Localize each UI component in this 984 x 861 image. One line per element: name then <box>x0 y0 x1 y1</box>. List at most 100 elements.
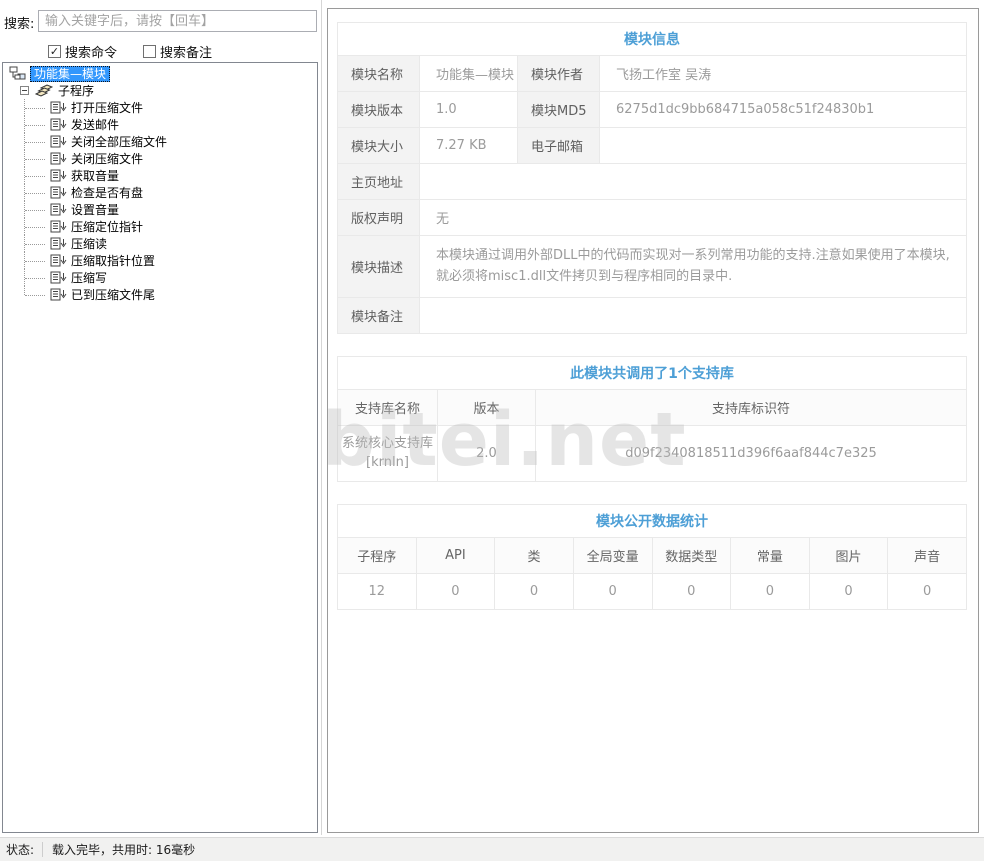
stats-header: 声音 <box>888 537 967 573</box>
stats-value-row: 12 0 0 0 0 0 0 0 <box>338 573 967 609</box>
module-info-table: 模块信息 模块名称 功能集—模块 模块作者 飞扬工作室 吴涛 模块版本 1.0 … <box>337 22 967 334</box>
status-divider <box>42 842 43 857</box>
module-email-label: 电子邮箱 <box>518 128 600 164</box>
module-version-label: 模块版本 <box>338 92 420 128</box>
search-remark-checkbox[interactable]: 搜索备注 <box>143 42 212 61</box>
tree-item[interactable]: 获取音量 <box>3 167 317 184</box>
tree-item[interactable]: 已到压缩文件尾 <box>3 286 317 303</box>
subroutine-icon <box>50 135 67 148</box>
lib-name-cell: 系统核心支持库 [krnln] <box>338 425 438 481</box>
lib-name-header: 支持库名称 <box>338 389 438 425</box>
subroutine-icon <box>50 118 67 131</box>
stats-value: 0 <box>809 573 888 609</box>
module-author-label: 模块作者 <box>518 56 600 92</box>
search-input[interactable] <box>38 10 317 32</box>
tree-item-label: 已到压缩文件尾 <box>71 286 155 303</box>
tree-item[interactable]: 关闭压缩文件 <box>3 150 317 167</box>
stats-header: 全局变量 <box>573 537 652 573</box>
stats-value: 12 <box>338 573 417 609</box>
subroutine-icon <box>50 152 67 165</box>
collapse-icon[interactable] <box>20 86 29 95</box>
module-version-value: 1.0 <box>420 92 518 128</box>
search-command-checkbox[interactable]: ✓ 搜索命令 <box>48 42 117 61</box>
module-detail-pane: bitei.net 模块信息 模块名称 功能集—模块 模块作者 飞扬工作室 吴涛… <box>327 8 979 833</box>
stats-header: 数据类型 <box>652 537 731 573</box>
module-remark-value <box>420 297 967 333</box>
module-desc-label: 模块描述 <box>338 236 420 298</box>
pane-splitter[interactable] <box>321 0 322 835</box>
tree-root-label: 功能集—模块 <box>30 66 110 82</box>
module-name-label: 模块名称 <box>338 56 420 92</box>
search-remark-label: 搜索备注 <box>160 42 212 61</box>
tree-item-label: 设置音量 <box>71 201 119 218</box>
tree-item-label: 打开压缩文件 <box>71 99 143 116</box>
tree-root-module[interactable]: 功能集—模块 <box>3 65 317 82</box>
lib-guid: d09f2340818511d396f6aaf844c7e325 <box>536 425 967 481</box>
status-label: 状态: <box>0 841 42 858</box>
module-tree: 功能集—模块 子程序 打开压缩文件 发送邮件 关闭全部压缩文件 <box>2 62 318 833</box>
tree-item[interactable]: 压缩取指针位置 <box>3 252 317 269</box>
search-row: 搜索: <box>4 10 316 32</box>
subroutine-icon <box>50 186 67 199</box>
stats-header: 常量 <box>731 537 810 573</box>
stats-value: 0 <box>731 573 810 609</box>
lib-guid-header: 支持库标识符 <box>536 389 967 425</box>
tree-item-label: 压缩写 <box>71 269 107 286</box>
tree-item[interactable]: 发送邮件 <box>3 116 317 133</box>
subroutine-icon <box>50 101 67 114</box>
tree-item-label: 检查是否有盘 <box>71 184 143 201</box>
stack-icon <box>35 84 53 98</box>
tree-item-label: 获取音量 <box>71 167 119 184</box>
subroutine-icon <box>50 271 67 284</box>
stats-value: 0 <box>888 573 967 609</box>
tree-group-label: 子程序 <box>58 82 94 99</box>
module-md5-value: 6275d1dc9bb684715a058c51f24830b1 <box>600 92 967 128</box>
left-pane: 搜索: ✓ 搜索命令 搜索备注 功能集—模块 <box>0 0 320 837</box>
subroutine-icon <box>50 254 67 267</box>
tree-item[interactable]: 压缩定位指针 <box>3 218 317 235</box>
tree-item-label: 关闭压缩文件 <box>71 150 143 167</box>
tree-item[interactable]: 打开压缩文件 <box>3 99 317 116</box>
module-remark-label: 模块备注 <box>338 297 420 333</box>
module-name-value: 功能集—模块 <box>420 56 518 92</box>
stats-header: 类 <box>495 537 574 573</box>
tree-item-label: 压缩读 <box>71 235 107 252</box>
stats-header: API <box>416 537 495 573</box>
subroutine-icon <box>50 169 67 182</box>
subroutine-icon <box>50 237 67 250</box>
tree-item[interactable]: 压缩写 <box>3 269 317 286</box>
lib-version: 2.0 <box>438 425 536 481</box>
status-text: 载入完毕，共用时: 16毫秒 <box>52 841 195 858</box>
status-bar: 状态: 载入完毕，共用时: 16毫秒 <box>0 837 984 861</box>
subroutine-icon <box>50 288 67 301</box>
tree-item[interactable]: 压缩读 <box>3 235 317 252</box>
module-desc-value: 本模块通过调用外部DLL中的代码而实现对一系列常用功能的支持.注意如果使用了本模… <box>420 236 967 298</box>
stats-title: 模块公开数据统计 <box>338 504 967 537</box>
module-copyright-value: 无 <box>420 200 967 236</box>
tree-group-subroutines[interactable]: 子程序 <box>3 82 317 99</box>
module-author-value: 飞扬工作室 吴涛 <box>600 56 967 92</box>
stats-value: 0 <box>573 573 652 609</box>
support-lib-title: 此模块共调用了1个支持库 <box>338 356 967 389</box>
stats-value: 0 <box>416 573 495 609</box>
module-homepage-label: 主页地址 <box>338 164 420 200</box>
module-icon <box>9 66 26 81</box>
module-copyright-label: 版权声明 <box>338 200 420 236</box>
module-md5-label: 模块MD5 <box>518 92 600 128</box>
tree-item[interactable]: 设置音量 <box>3 201 317 218</box>
stats-header-row: 子程序 API 类 全局变量 数据类型 常量 图片 声音 <box>338 537 967 573</box>
stats-value: 0 <box>495 573 574 609</box>
search-options: ✓ 搜索命令 搜索备注 <box>48 42 212 61</box>
stats-value: 0 <box>652 573 731 609</box>
checkbox-unchecked-icon <box>143 45 156 58</box>
tree-item[interactable]: 检查是否有盘 <box>3 184 317 201</box>
support-lib-table: 此模块共调用了1个支持库 支持库名称 版本 支持库标识符 系统核心支持库 [kr… <box>337 356 967 482</box>
tree-item[interactable]: 关闭全部压缩文件 <box>3 133 317 150</box>
subroutine-icon <box>50 203 67 216</box>
stats-table: 模块公开数据统计 子程序 API 类 全局变量 数据类型 常量 图片 声音 12… <box>337 504 967 610</box>
module-size-value: 7.27 KB <box>420 128 518 164</box>
stats-header: 图片 <box>809 537 888 573</box>
lib-version-header: 版本 <box>438 389 536 425</box>
search-command-label: 搜索命令 <box>65 42 117 61</box>
lib-name: 系统核心支持库 <box>338 434 437 454</box>
